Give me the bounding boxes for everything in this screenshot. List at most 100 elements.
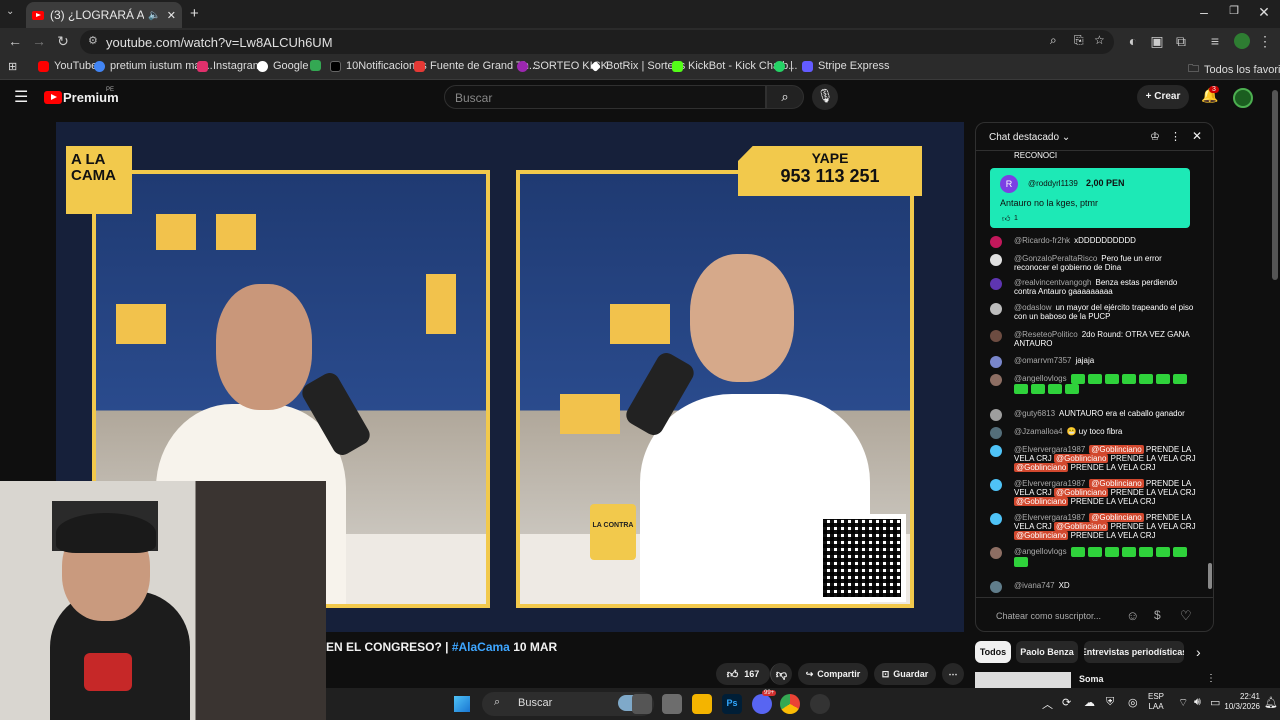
avatar — [990, 547, 1002, 559]
related-video-title[interactable]: Soma — [1079, 674, 1104, 684]
tray-overflow-icon[interactable]: ︿ — [1042, 696, 1053, 712]
chat-input[interactable]: Chatear como suscriptor... ☺ $ ♡ — [976, 597, 1213, 631]
dislike-button[interactable]: 👎︎ — [770, 663, 792, 685]
chat-message: @angellovlogs — [990, 374, 1196, 394]
related-menu-icon[interactable]: ⋮ — [1206, 673, 1216, 684]
like-button[interactable]: 👍︎ 167 — [716, 663, 770, 685]
bookmark-10notificaciones[interactable]: 10Notificaciones — [330, 60, 427, 72]
network-icon[interactable]: ⌔ — [1178, 696, 1188, 710]
tab-search-icon[interactable]: ⌄ — [6, 6, 14, 17]
yape-label: YAPE — [811, 150, 849, 166]
chat-mode-dropdown[interactable]: Chat destacado ⌄ — [989, 132, 1070, 143]
search-button[interactable]: ⌕ — [766, 85, 804, 109]
heart-icon[interactable]: ♡ — [1180, 608, 1192, 624]
all-bookmarks-folder[interactable]: 🗀Todos los favoritos — [1188, 60, 1280, 79]
hamburger-menu-icon[interactable]: ☰ — [14, 87, 28, 107]
security-icon[interactable]: ⛨ — [1106, 696, 1114, 709]
chat-header: Chat destacado ⌄ ♔ ⋮ ✕ — [976, 123, 1213, 151]
bookmark-botrix[interactable]: BotRix | Sorteos — [590, 60, 685, 72]
chat-message: @odaslow un mayor del ejército trapeando … — [990, 303, 1196, 321]
live-chat-panel: Chat destacado ⌄ ♔ ⋮ ✕ RECONOCI R @roddy… — [975, 122, 1214, 632]
tray-app-2-icon[interactable]: ◎ — [1128, 696, 1138, 709]
discord-icon[interactable] — [752, 694, 772, 714]
extension-icon[interactable]: ◐ — [1124, 33, 1142, 49]
create-button[interactable]: + Crear — [1137, 85, 1189, 109]
bookmark-star-icon[interactable]: ☆ — [1094, 33, 1105, 47]
hashtag-link[interactable]: #AlaCama — [452, 640, 510, 654]
onedrive-icon[interactable]: ☁ — [1084, 696, 1095, 709]
zoom-icon[interactable]: ⌕ — [1050, 33, 1057, 48]
tray-app-icon[interactable]: ⟳ — [1062, 696, 1071, 709]
share-button[interactable]: ↪ Compartir — [798, 663, 868, 685]
obs-icon[interactable] — [810, 694, 830, 714]
bookmark-google[interactable]: Google — [257, 60, 308, 72]
window-light — [216, 214, 256, 250]
site-info-icon[interactable]: ⚙ — [88, 34, 98, 47]
bookmark-stripe[interactable]: Stripe Express — [802, 60, 890, 72]
profile-avatar[interactable] — [1234, 33, 1250, 49]
taskbar-search[interactable]: ⌕ Buscar — [482, 692, 654, 716]
page-scrollbar[interactable] — [1272, 90, 1278, 280]
thumbs-up-icon: 👍︎ — [726, 668, 739, 681]
notifications-center-icon[interactable]: 🔔︎ — [1264, 696, 1278, 709]
clock[interactable]: 22:41 10/3/2026 — [1224, 692, 1260, 712]
account-avatar[interactable] — [1233, 88, 1253, 108]
emote — [1121, 547, 1136, 557]
bookmark-extension[interactable] — [310, 60, 326, 71]
windows-start-icon[interactable] — [454, 696, 470, 712]
photoshop-icon[interactable]: Ps — [722, 694, 742, 714]
chrome-icon[interactable] — [780, 694, 800, 714]
money-icon[interactable]: $ — [1154, 608, 1161, 622]
chip-todos[interactable]: Todos — [975, 641, 1011, 663]
emote — [1104, 374, 1119, 384]
bookmark-pretium[interactable]: pretium iustum mat... — [94, 60, 213, 72]
app-icon[interactable] — [662, 694, 682, 714]
browser-menu-icon[interactable]: ⋮ — [1256, 33, 1274, 50]
super-chat[interactable]: R @roddyrl1139 2,00 PEN Antauro no la kg… — [990, 168, 1190, 228]
forward-icon[interactable]: → — [30, 33, 48, 49]
file-explorer-icon[interactable] — [692, 694, 712, 714]
language-indicator[interactable]: ESP LAA — [1148, 692, 1164, 712]
battery-icon[interactable]: ▭ — [1210, 696, 1220, 709]
close-window-icon[interactable]: ✕ — [1244, 4, 1280, 21]
bookmark-instagram[interactable]: Instagram — [197, 60, 262, 72]
reactions-icon[interactable]: ♔ — [1150, 130, 1160, 143]
chip-paolo-benza[interactable]: Paolo Benza — [1016, 641, 1078, 663]
chip-entrevistas[interactable]: Entrevistas periodísticas — [1084, 641, 1184, 663]
address-bar[interactable]: ⚙ youtube.com/watch?v=Lw8ALCUh6UM ⌕ ⎘ ☆ — [80, 30, 1114, 54]
new-tab-icon[interactable]: + — [190, 5, 199, 22]
mug: LA CONTRA — [590, 504, 636, 560]
close-tab-icon[interactable]: ✕ — [167, 9, 176, 22]
chat-scrollbar[interactable] — [1208, 563, 1212, 589]
stripe-icon — [802, 60, 813, 72]
audio-icon[interactable]: 🔈 — [148, 10, 160, 21]
bookmark-whatsapp[interactable]: | — [774, 60, 793, 72]
emoji-icon[interactable]: ☺ — [1126, 608, 1139, 623]
reading-list-icon[interactable]: ≡ — [1206, 33, 1224, 49]
save-button[interactable]: ⊡ Guardar — [874, 663, 936, 685]
install-icon[interactable]: ⎘ — [1074, 33, 1084, 48]
search-input[interactable]: Buscar — [444, 85, 766, 109]
reload-icon[interactable]: ↻ — [54, 33, 72, 50]
kickbot-icon — [672, 60, 683, 72]
extension-2-icon[interactable]: ▣ — [1148, 33, 1166, 50]
emote — [1014, 384, 1028, 394]
related-video-thumbnail[interactable] — [975, 672, 1071, 688]
apps-grid-icon[interactable]: ⊞ — [8, 60, 17, 73]
extensions-puzzle-icon[interactable]: ⧉ — [1172, 33, 1190, 50]
browser-tab[interactable]: (3) ¿LOGRARÁ ANTAURO 🔈 ✕ — [26, 2, 182, 28]
avatar — [990, 409, 1002, 421]
bookmark-youtube[interactable]: YouTube — [38, 60, 97, 72]
close-chat-icon[interactable]: ✕ — [1192, 129, 1202, 143]
emote — [1121, 374, 1136, 384]
superchat-like-icon[interactable]: 👍︎ — [1002, 214, 1010, 224]
more-actions-button[interactable]: ⋯ — [942, 663, 964, 685]
diamond-icon — [590, 60, 601, 72]
volume-icon[interactable]: 🔊︎ — [1194, 696, 1201, 709]
chevron-right-icon[interactable]: › — [1196, 644, 1201, 660]
chat-menu-icon[interactable]: ⋮ — [1170, 130, 1181, 143]
voice-search-button[interactable]: 🎙 — [812, 84, 838, 110]
chevron-down-icon: ⌄ — [1061, 132, 1071, 143]
task-view-icon[interactable] — [632, 694, 652, 714]
back-icon[interactable]: ← — [6, 33, 24, 49]
